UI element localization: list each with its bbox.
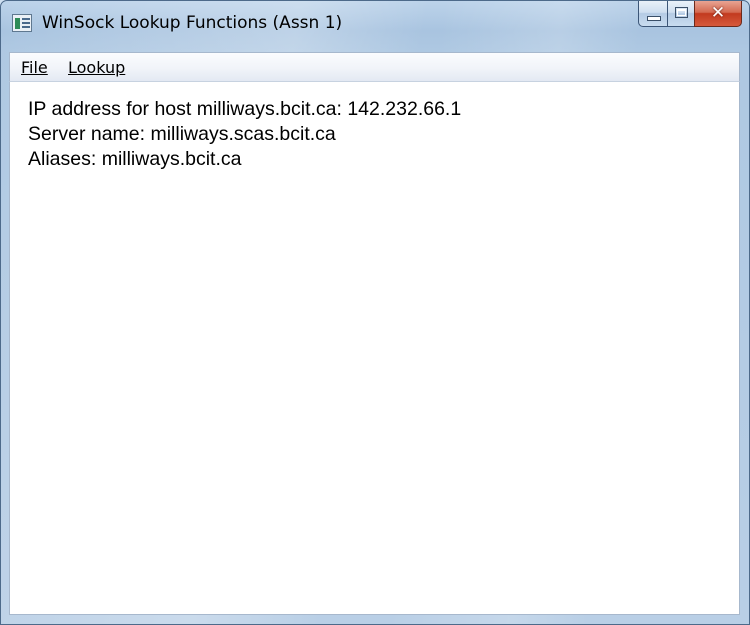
menu-bar: File Lookup <box>9 52 740 82</box>
menu-lookup[interactable]: Lookup <box>68 58 125 77</box>
close-button[interactable]: ✕ <box>694 1 742 27</box>
output-ip-address: IP address for host milliways.bcit.ca: 1… <box>28 98 462 120</box>
app-window: WinSock Lookup Functions (Assn 1) ✕ File… <box>0 0 750 625</box>
app-icon-line <box>22 18 30 20</box>
menu-lookup-label: Lookup <box>68 58 126 77</box>
window-title: WinSock Lookup Functions (Assn 1) <box>42 13 343 33</box>
minimize-icon <box>647 16 661 21</box>
app-icon-bar <box>15 18 20 29</box>
menu-file[interactable]: File <box>21 58 48 77</box>
menu-file-label: File <box>21 58 48 77</box>
maximize-button[interactable] <box>667 1 694 27</box>
output-server-name: Server name: milliways.scas.bcit.ca <box>28 123 336 145</box>
minimize-button[interactable] <box>638 1 667 27</box>
title-bar[interactable]: WinSock Lookup Functions (Assn 1) ✕ <box>1 1 749 47</box>
maximize-icon <box>675 7 688 18</box>
caption-buttons: ✕ <box>638 1 742 27</box>
output-aliases: Aliases: milliways.bcit.ca <box>28 148 242 170</box>
app-icon-line <box>22 22 30 24</box>
window-app-icon[interactable] <box>12 14 32 32</box>
app-icon-line <box>22 26 30 28</box>
close-icon: ✕ <box>710 3 726 23</box>
client-area: IP address for host milliways.bcit.ca: 1… <box>9 82 740 615</box>
